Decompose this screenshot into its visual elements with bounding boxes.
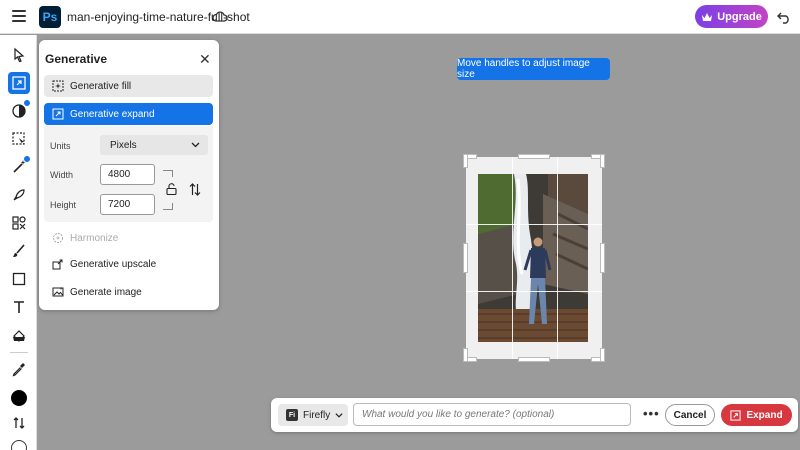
resize-handle-left[interactable]: [463, 243, 468, 273]
eyedropper-icon: [12, 363, 25, 377]
generative-expand-item[interactable]: Generative expand: [44, 103, 213, 125]
upgrade-label: Upgrade: [717, 10, 762, 23]
units-label: Units: [50, 141, 71, 151]
prompt-input[interactable]: What would you like to generate? (option…: [353, 403, 631, 426]
cursor-arrow-icon: [14, 47, 25, 63]
chevron-down-icon: [191, 142, 200, 148]
units-dropdown[interactable]: Pixels: [100, 135, 208, 155]
units-value: Pixels: [110, 139, 137, 151]
resize-handle-top[interactable]: [518, 154, 550, 159]
upgrade-button[interactable]: Upgrade: [695, 5, 768, 28]
grid-line: [466, 224, 602, 225]
object-select-icon: [12, 132, 25, 145]
brush-icon: [13, 244, 25, 257]
resize-handle-bottom-right-v[interactable]: [600, 348, 605, 362]
close-icon[interactable]: ✕: [199, 51, 211, 68]
expand-button[interactable]: Expand: [721, 404, 792, 426]
model-selector[interactable]: Fi Firefly: [278, 404, 348, 426]
foreground-color-swatch[interactable]: [11, 390, 27, 406]
left-toolbar: [0, 35, 37, 450]
harmonize-icon: [53, 233, 63, 243]
resize-handle-right[interactable]: [600, 243, 605, 273]
grid-line: [466, 291, 602, 292]
generate-image-item[interactable]: Generate image: [44, 281, 213, 303]
generate-image-label: Generate image: [70, 286, 142, 298]
height-field[interactable]: 7200: [100, 194, 155, 215]
swap-arrows-icon: [13, 417, 25, 429]
resize-handle-bottom[interactable]: [518, 357, 550, 362]
toolbar-divider: [10, 352, 28, 353]
link-bracket-bottom: [163, 203, 173, 210]
cloud-icon[interactable]: [212, 10, 228, 24]
more-options-icon[interactable]: •••: [643, 406, 660, 421]
prompt-bar: Fi Firefly What would you like to genera…: [271, 398, 798, 432]
panel-title: Generative: [45, 52, 108, 66]
resize-handle-top-right-v[interactable]: [600, 154, 605, 168]
generate-image-icon: [52, 287, 64, 297]
swap-colors-tool[interactable]: [8, 412, 30, 434]
resize-tooltip: Move handles to adjust image size: [457, 58, 610, 80]
grid-shapes-icon: [12, 216, 26, 230]
notification-dot: [24, 100, 30, 106]
harmonize-label: Harmonize: [70, 232, 119, 244]
shape-tool[interactable]: [8, 268, 30, 290]
chevron-down-icon: [335, 413, 343, 418]
swap-dimensions-icon[interactable]: [189, 183, 201, 196]
text-tool[interactable]: [8, 296, 30, 318]
generative-upscale-icon: [52, 259, 63, 270]
select-tool[interactable]: [8, 44, 30, 66]
width-label: Width: [50, 170, 74, 180]
rocket-icon: [13, 189, 25, 201]
grid-line: [512, 157, 513, 359]
generative-fill-icon: [52, 80, 64, 92]
harmonize-item: Harmonize: [44, 227, 213, 249]
photoshop-logo[interactable]: Ps: [39, 6, 61, 28]
resize-handle-bottom-left-v[interactable]: [463, 348, 468, 362]
width-field[interactable]: 4800: [100, 164, 155, 185]
expand-label: Expand: [746, 409, 783, 421]
paint-bucket-icon: [13, 330, 25, 342]
brush-tool[interactable]: [8, 240, 30, 262]
rectangle-icon: [12, 272, 26, 286]
waterfall-photo: [478, 174, 588, 342]
height-label: Height: [50, 200, 77, 210]
adjust-tool[interactable]: [8, 100, 30, 122]
generative-expand-icon: [12, 76, 26, 90]
firefly-logo-icon: Fi: [286, 409, 298, 421]
selection-tool[interactable]: [8, 128, 30, 150]
text-t-icon: [14, 301, 24, 313]
retouch-tool[interactable]: [8, 156, 30, 178]
link-bracket-top: [163, 170, 173, 177]
generative-upscale-item[interactable]: Generative upscale: [44, 253, 213, 275]
generative-tool[interactable]: [8, 72, 30, 94]
unlock-icon[interactable]: [166, 183, 177, 195]
eyedropper-tool[interactable]: [8, 358, 30, 380]
top-bar: Ps man-enjoying-time-nature-full-shot Up…: [0, 0, 800, 34]
notification-dot: [24, 156, 30, 162]
quick-actions-tool[interactable]: [8, 184, 30, 206]
generative-expand-label: Generative expand: [70, 108, 155, 120]
generative-expand-icon: [730, 409, 742, 421]
generative-expand-icon: [52, 108, 64, 120]
background-color-swatch[interactable]: [11, 440, 27, 450]
grid-line: [557, 157, 558, 359]
fill-tool[interactable]: [8, 324, 30, 346]
generative-fill-item[interactable]: Generative fill: [44, 75, 213, 97]
model-label: Firefly: [303, 409, 331, 421]
generative-upscale-label: Generative upscale: [70, 258, 157, 270]
crown-icon: [702, 12, 713, 21]
menu-icon[interactable]: [12, 10, 26, 22]
undo-icon[interactable]: [777, 10, 791, 24]
resize-handle-top-left-v[interactable]: [463, 154, 468, 168]
generative-fill-label: Generative fill: [70, 80, 132, 92]
cancel-button[interactable]: Cancel: [665, 404, 715, 426]
apps-tool[interactable]: [8, 212, 30, 234]
